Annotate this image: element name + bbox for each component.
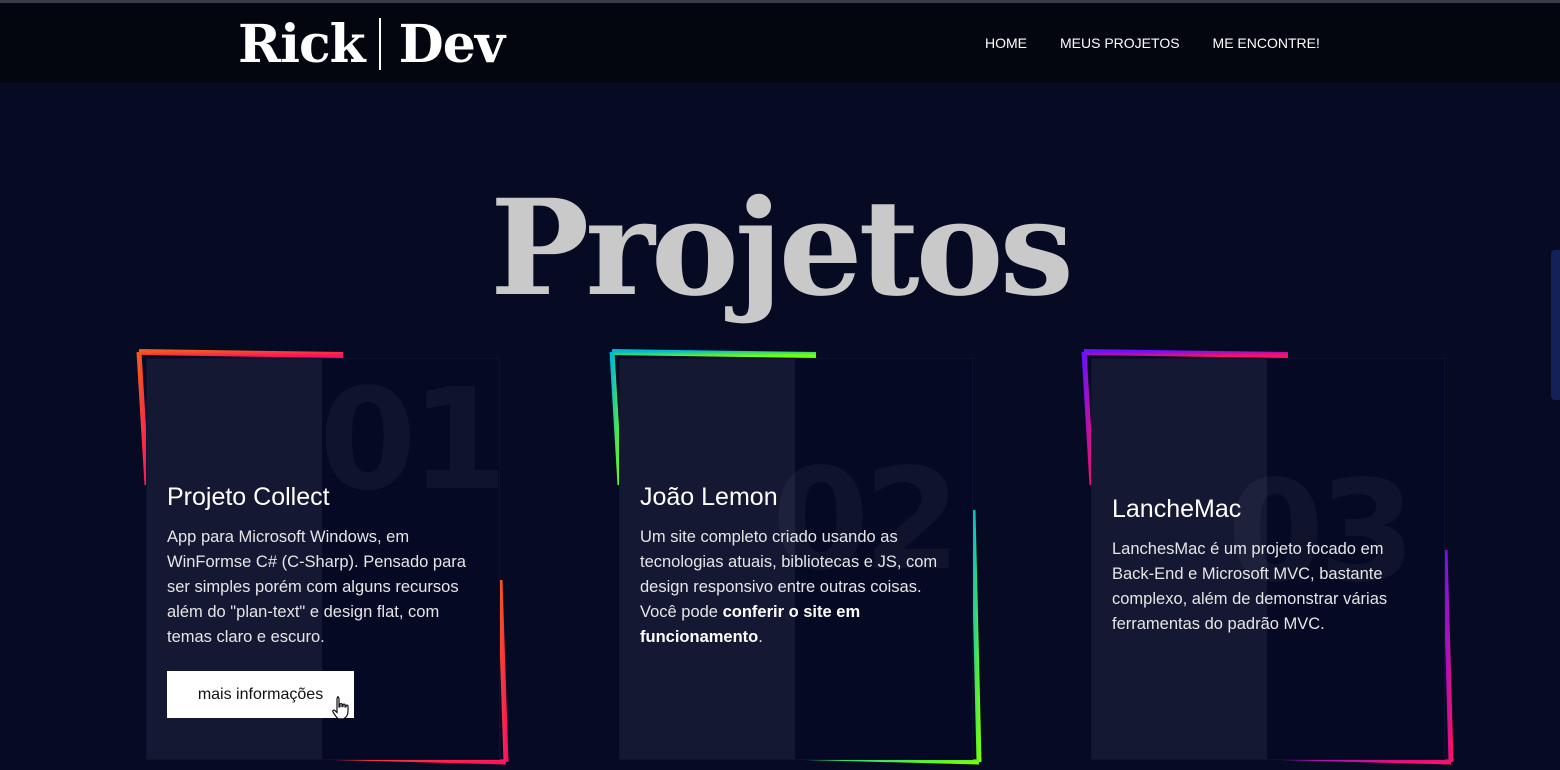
card-2-body: 02 João Lemon Um site completo criado us… <box>619 358 973 760</box>
scrollbar-thumb[interactable] <box>1551 250 1560 400</box>
logo-right-text: Dev <box>398 14 505 75</box>
nav-link-home[interactable]: HOME <box>985 35 1027 51</box>
hand-cursor-icon <box>332 696 349 720</box>
card-3-description: LanchesMac é um projeto focado em Back-E… <box>1112 540 1388 633</box>
page-title: Projetos <box>490 171 1074 327</box>
project-card-1: 01 Projeto Collect App para Microsoft Wi… <box>136 349 509 770</box>
card-2-description: Um site completo criado usando as tecnol… <box>640 525 952 650</box>
navbar: Rick Dev HOME MEUS PROJETOS ME ENCONTRE! <box>0 3 1560 83</box>
nav-link-contact[interactable]: ME ENCONTRE! <box>1213 35 1320 51</box>
project-card-2: 02 João Lemon Um site completo criado us… <box>609 349 982 770</box>
main-nav: HOME MEUS PROJETOS ME ENCONTRE! <box>985 35 1320 51</box>
card-1-description: App para Microsoft Windows, em WinFormse… <box>167 528 466 646</box>
site-logo[interactable]: Rick Dev <box>238 13 505 77</box>
card-1-body: 01 Projeto Collect App para Microsoft Wi… <box>146 358 500 760</box>
card-1-number: 01 <box>319 371 499 511</box>
project-card-3: 03 LancheMac LanchesMac é um projeto foc… <box>1081 349 1454 770</box>
card-3-title: LancheMac <box>1112 495 1242 523</box>
card-2-title: João Lemon <box>640 483 778 511</box>
card-3-body: 03 LancheMac LanchesMac é um projeto foc… <box>1091 358 1445 760</box>
more-info-button[interactable]: mais informações <box>167 671 354 718</box>
nav-link-projects[interactable]: MEUS PROJETOS <box>1060 35 1180 51</box>
logo-divider <box>378 18 381 70</box>
logo-left-text: Rick <box>238 14 366 75</box>
card-2-description-end: . <box>758 628 763 646</box>
card-1-title: Projeto Collect <box>167 483 330 511</box>
